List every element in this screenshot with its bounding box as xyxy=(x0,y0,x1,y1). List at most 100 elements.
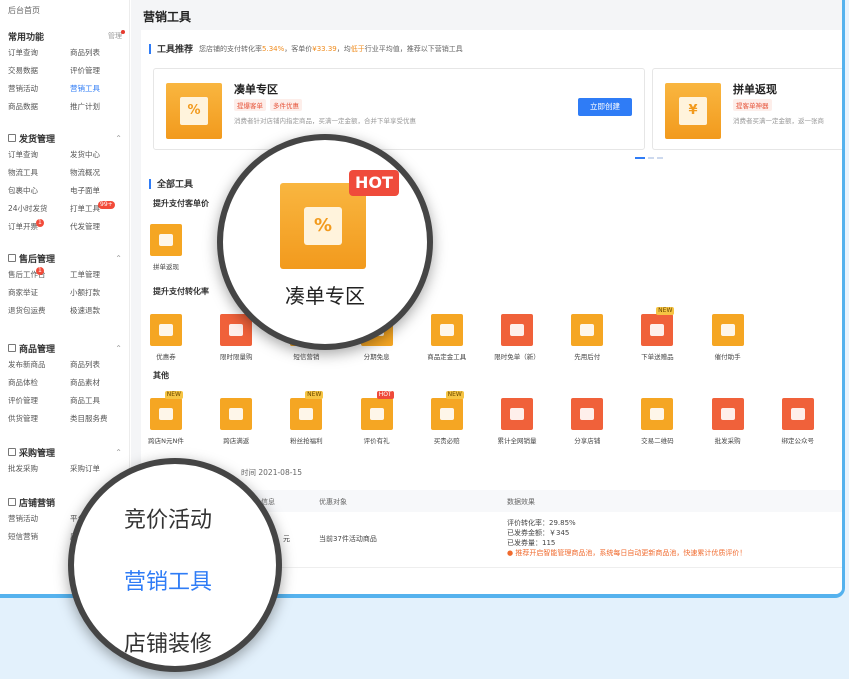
carousel-dot[interactable] xyxy=(657,157,663,159)
tool-item[interactable]: 催付助手 xyxy=(705,314,751,361)
tool-item[interactable]: 跨店满返 xyxy=(213,398,259,445)
sidebar-item[interactable]: 营销活动 xyxy=(8,510,70,528)
sidebar-item[interactable]: 打单工具 99+ xyxy=(70,200,122,218)
recommend-card-coudan[interactable]: % 凑单专区 提爆客单 多件优惠 消费者针对店铺内指定商品，买满一定金额，合并下… xyxy=(153,68,645,150)
sidebar-home-link[interactable]: 后台首页 xyxy=(8,5,40,16)
sidebar-item[interactable]: 商品工具 xyxy=(70,392,122,410)
tool-item[interactable]: NEW 买贵必赔 xyxy=(424,391,470,445)
sidebar-item-label: 发货中心 xyxy=(70,150,100,159)
tool-glyph xyxy=(580,324,595,336)
tool-item[interactable]: NEW 跨店N元N件 xyxy=(143,391,189,445)
card-description: 消费者买满一定金额，返一张商 xyxy=(733,117,824,125)
sidebar-item[interactable]: 代发管理 xyxy=(70,218,122,236)
sidebar-section: 商品管理 ⌃ 发布新商品 商品列表商品体检 商品素材 评价管理 商品工具 供货管理 类目服务费 xyxy=(8,340,122,428)
sidebar-item[interactable]: 营销工具 xyxy=(70,80,122,98)
card-description: 消费者针对店铺内指定商品，买满一定金额，合并下单享受优惠 xyxy=(234,117,416,125)
percent-glyph: % xyxy=(180,97,208,125)
tool-item[interactable]: 限时免单（新） xyxy=(494,314,540,361)
chevron-up-icon[interactable]: ⌃ xyxy=(115,254,122,263)
carousel-dot[interactable] xyxy=(648,157,654,159)
sidebar-section-header[interactable]: 采购管理 ⌃ xyxy=(8,444,122,460)
section-icon xyxy=(8,448,16,456)
sidebar-item[interactable]: 商品体检 xyxy=(8,374,70,392)
sidebar-item-label: 商品体检 xyxy=(8,378,38,387)
sidebar-item[interactable]: 短信营销 xyxy=(8,528,70,546)
tool-item[interactable]: 交易二维码 xyxy=(634,398,680,445)
sidebar-item[interactable]: 极速退款 xyxy=(70,302,122,320)
tool-group-label: 其他 xyxy=(153,371,169,380)
warning-line[interactable]: ● 推荐开启智能管理商品池，系统每日自动更新商品池，快速累计优质评价！ xyxy=(507,548,746,558)
tool-glyph xyxy=(510,324,524,336)
sidebar-item[interactable]: 订单查询 xyxy=(8,146,70,164)
sidebar-item[interactable]: 工单管理 xyxy=(70,266,122,284)
count-badge: 99+ xyxy=(98,201,115,209)
sidebar-section-header[interactable]: 发货管理 ⌃ xyxy=(8,130,122,146)
sidebar-item[interactable]: 供货管理 xyxy=(8,410,70,428)
section-title-text: 店铺营销 xyxy=(19,498,56,509)
tool-icon: HOT xyxy=(360,391,394,430)
chevron-up-icon[interactable]: ⌃ xyxy=(115,344,122,353)
create-now-button[interactable]: 立即创建 xyxy=(578,98,632,116)
sidebar-section-header[interactable]: 常用功能 管理 xyxy=(8,28,125,44)
tool-glyph xyxy=(369,408,384,420)
tool-label: 粉丝抢福利 xyxy=(290,437,323,445)
tool-item[interactable]: 累计全网销量 xyxy=(494,398,540,445)
sidebar-item[interactable]: 评价管理 xyxy=(70,62,122,80)
tool-item[interactable]: NEW 粉丝抢福利 xyxy=(283,391,329,445)
magnified-menu-item: 店铺装修 xyxy=(124,632,213,657)
sidebar-item[interactable]: 营销活动 xyxy=(8,80,70,98)
sidebar-item[interactable]: 订单查询 xyxy=(8,44,70,62)
sidebar-section-title: 采购管理 xyxy=(8,446,55,459)
yen-glyph: ¥ xyxy=(679,97,707,125)
sidebar-item[interactable]: 评价管理 xyxy=(8,392,70,410)
chevron-up-icon[interactable]: ⌃ xyxy=(115,448,122,457)
tool-item[interactable]: HOT 评价有礼 xyxy=(354,391,400,445)
sidebar-section-header[interactable]: 商品管理 ⌃ xyxy=(8,340,122,356)
sidebar-item[interactable]: 商品列表 xyxy=(70,44,122,62)
sidebar-item-label: 采购订单 xyxy=(70,464,100,473)
sidebar-item[interactable]: 小额打款 xyxy=(70,284,122,302)
sidebar-item[interactable]: 商家举证 xyxy=(8,284,70,302)
sidebar-item[interactable]: 商品列表 xyxy=(70,356,122,374)
sidebar-item[interactable]: 批发采购 xyxy=(8,460,70,478)
manage-link[interactable]: 管理 xyxy=(108,30,125,41)
magnifier-coudan: % HOT 凑单专区 xyxy=(217,134,433,350)
sidebar-item[interactable]: 退货包运费 xyxy=(8,302,70,320)
tool-item[interactable]: 优惠券 xyxy=(143,314,189,361)
sidebar-item[interactable]: 包裹中心 xyxy=(8,182,70,200)
tool-label: 优惠券 xyxy=(156,353,176,361)
sidebar-item[interactable]: 发布新商品 xyxy=(8,356,70,374)
tool-icon xyxy=(150,314,182,346)
sidebar-item[interactable]: 类目服务费 xyxy=(70,410,122,428)
sidebar-item-label: 商家举证 xyxy=(8,288,38,297)
metric-line: 已发券金额：￥345 xyxy=(507,529,570,537)
sidebar-item[interactable]: 推广计划 xyxy=(70,98,122,116)
sidebar-section: 采购管理 ⌃ 批发采购 采购订单 xyxy=(8,444,122,478)
sidebar-item[interactable]: 商品素材 xyxy=(70,374,122,392)
sidebar-section-header[interactable]: 售后管理 ⌃ xyxy=(8,250,122,266)
tool-item[interactable]: 分享店铺 xyxy=(564,398,610,445)
carousel-dot[interactable] xyxy=(635,157,645,159)
sidebar-item[interactable]: 电子面单 xyxy=(70,182,122,200)
tool-label: 下单送赠品 xyxy=(641,353,674,361)
sidebar-item[interactable]: 商品数据 xyxy=(8,98,70,116)
recommend-card-pindan[interactable]: ¥ 拼单返现 提客单神器 消费者买满一定金额，返一张商 xyxy=(652,68,842,150)
sidebar-item[interactable]: 订单开票 1 xyxy=(8,218,70,236)
tool-item[interactable]: 批发采购 xyxy=(705,398,751,445)
sidebar-item-label: 评价管理 xyxy=(70,66,100,75)
sidebar-item[interactable]: 售后工作台 1 xyxy=(8,266,70,284)
tool-item[interactable]: 拼单返现 xyxy=(143,224,189,271)
tool-item[interactable]: 商品定金工具 xyxy=(424,314,470,361)
sidebar-item[interactable]: 物流概况 xyxy=(70,164,122,182)
tool-item[interactable]: NEW 下单送赠品 xyxy=(634,307,680,361)
chevron-up-icon[interactable]: ⌃ xyxy=(115,134,122,143)
sidebar-item-label: 工单管理 xyxy=(70,270,100,279)
sidebar-item[interactable]: 24小时发货 xyxy=(8,200,70,218)
sidebar-item[interactable]: 物流工具 xyxy=(8,164,70,182)
tool-item[interactable]: 先用后付 xyxy=(564,314,610,361)
tool-item[interactable]: 绑定公众号 xyxy=(775,398,821,445)
tool-glyph xyxy=(580,408,595,420)
sidebar-item[interactable]: 交易数据 xyxy=(8,62,70,80)
sidebar-item[interactable]: 发货中心 xyxy=(70,146,122,164)
carousel-dots[interactable] xyxy=(635,157,663,159)
